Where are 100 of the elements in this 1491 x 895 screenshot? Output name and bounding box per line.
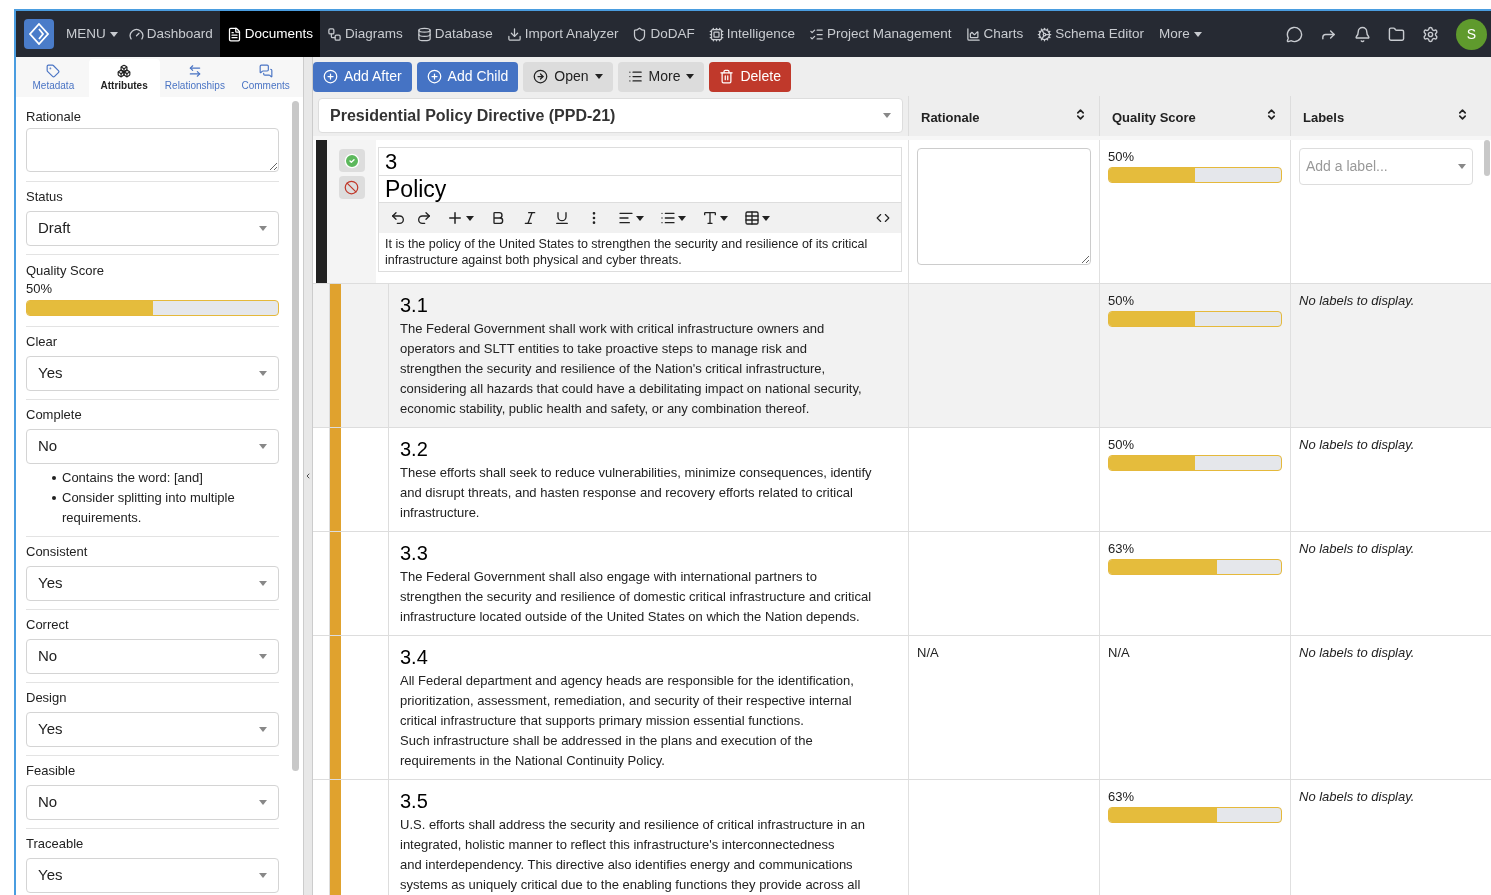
dropdown[interactable]: Yes bbox=[26, 356, 279, 391]
toolbar-button[interactable]: Delete bbox=[709, 61, 791, 92]
dropdown[interactable]: No bbox=[26, 639, 279, 674]
sort-icon[interactable] bbox=[1074, 108, 1087, 121]
toolbar-button[interactable]: Add After bbox=[313, 61, 412, 92]
plus-circle-icon bbox=[323, 69, 338, 84]
dropdown[interactable]: Draft bbox=[26, 211, 279, 246]
toolbar-button[interactable]: Open bbox=[523, 61, 613, 92]
nav-tab[interactable]: DoDAF bbox=[625, 11, 702, 57]
nav-tab[interactable]: Database bbox=[409, 11, 500, 57]
item-number: 3.5 bbox=[400, 789, 429, 813]
requirement-row[interactable] bbox=[313, 636, 1491, 780]
nav-tab[interactable]: Schema Editor bbox=[1030, 11, 1151, 57]
score-reading: 63% bbox=[1108, 790, 1136, 804]
nav-tab[interactable]: Charts bbox=[958, 11, 1031, 57]
score-reading: 50% bbox=[1108, 150, 1136, 164]
chat-bubbles-icon bbox=[258, 63, 273, 78]
trash-icon bbox=[719, 69, 735, 84]
validation-note: Consider splitting into multiple requirements. bbox=[62, 489, 236, 527]
document-picker[interactable]: Presidential Policy Directive (PPD-21) bbox=[318, 98, 903, 133]
notifications-icon[interactable] bbox=[1354, 25, 1371, 43]
bullet-icon bbox=[52, 476, 56, 480]
ban-icon bbox=[344, 180, 359, 195]
column-header[interactable]: Quality Score bbox=[1099, 96, 1290, 136]
field-label: Design bbox=[26, 690, 68, 706]
field-label: Consistent bbox=[26, 544, 89, 560]
requirement-text: The Federal Government shall also engage with international partners to strengthen the security and resilience of domestic critical infrastructure and critical infrastructure located outside of the United States on which the Nation depends. bbox=[400, 568, 872, 626]
undo-icon bbox=[390, 210, 406, 226]
number-field[interactable]: 3 bbox=[379, 148, 901, 176]
rationale-field[interactable] bbox=[26, 128, 279, 172]
panel-tab[interactable]: Comments bbox=[230, 59, 301, 97]
menu-button[interactable]: MENU bbox=[62, 23, 122, 45]
scrollbar[interactable] bbox=[1484, 140, 1490, 176]
dropdown[interactable]: No bbox=[26, 785, 279, 820]
labels-empty-text: No labels to display. bbox=[1299, 294, 1416, 308]
chat-icon[interactable] bbox=[1286, 25, 1303, 43]
requirement-row[interactable] bbox=[313, 284, 1491, 428]
field-label: Rationale bbox=[26, 109, 82, 125]
caret-icon bbox=[1458, 164, 1466, 169]
rationale-field[interactable] bbox=[917, 148, 1091, 265]
boxes-icon bbox=[117, 63, 132, 78]
nav-tab[interactable]: Documents bbox=[219, 11, 321, 57]
labels-empty-text: No labels to display. bbox=[1299, 646, 1416, 660]
caret-icon bbox=[883, 113, 891, 118]
item-number: 3.4 bbox=[400, 645, 429, 669]
tag-icon bbox=[46, 63, 61, 78]
text-style-icon bbox=[702, 210, 718, 226]
score-reading: 50% bbox=[1108, 294, 1136, 308]
italic-icon bbox=[522, 210, 538, 226]
requirement-text: These efforts shall seek to reduce vulnerabilities, minimize consequences, identify and disrupt threats, and hasten response and recovery efforts related to critical infrastructure. bbox=[400, 464, 872, 522]
sort-icon[interactable] bbox=[1456, 108, 1469, 121]
database-icon bbox=[416, 26, 432, 42]
requirement-text: It is the policy of the United States to strengthen the security and resilience of its critical infrastructure against both physical and cyber threats. bbox=[384, 236, 869, 268]
item-number: 3.3 bbox=[400, 541, 429, 565]
caret-icon bbox=[720, 215, 728, 221]
requirement-row[interactable] bbox=[313, 780, 1491, 895]
panel-tab[interactable]: Attributes bbox=[88, 59, 160, 97]
app-logo-icon[interactable] bbox=[24, 19, 54, 49]
field-label: Traceable bbox=[26, 836, 85, 852]
toolbar-button[interactable]: Add Child bbox=[416, 61, 519, 92]
dropdown[interactable]: Yes bbox=[26, 712, 279, 747]
folder-icon[interactable] bbox=[1388, 25, 1405, 43]
nav-tab[interactable]: Project Management bbox=[802, 11, 959, 57]
nav-tab[interactable]: Intelligence bbox=[701, 11, 802, 57]
field-label: Quality Score bbox=[26, 263, 106, 279]
diagram-icon bbox=[327, 26, 343, 42]
dropdown[interactable]: Yes bbox=[26, 566, 279, 601]
scrollbar[interactable] bbox=[292, 101, 299, 771]
column-header[interactable]: Labels bbox=[1290, 96, 1481, 136]
caret-icon bbox=[259, 581, 267, 586]
more-menu-button[interactable]: More bbox=[1152, 23, 1208, 45]
caret-icon bbox=[259, 654, 267, 659]
nav-tab[interactable]: Diagrams bbox=[320, 11, 410, 57]
panel-tab[interactable]: Metadata bbox=[18, 59, 89, 97]
requirement-row[interactable] bbox=[313, 428, 1491, 532]
check-icon bbox=[343, 152, 360, 169]
toolbar-button[interactable]: More bbox=[617, 61, 705, 92]
field-label: Correct bbox=[26, 617, 70, 633]
collapse-icon bbox=[304, 471, 312, 481]
column-header[interactable]: Rationale bbox=[908, 96, 1099, 136]
panel-tab[interactable]: Relationships bbox=[159, 59, 231, 97]
gauge-icon bbox=[128, 26, 144, 42]
labels-empty-text: No labels to display. bbox=[1299, 790, 1416, 804]
align-left-icon bbox=[618, 210, 634, 226]
nav-tab[interactable]: Dashboard bbox=[121, 11, 220, 57]
dropdown[interactable]: Yes bbox=[26, 858, 279, 893]
nav-tab[interactable]: Import Analyzer bbox=[499, 11, 626, 57]
caret-icon bbox=[762, 215, 770, 221]
list-icon bbox=[660, 210, 676, 226]
settings-icon[interactable] bbox=[1422, 25, 1439, 43]
caret-icon bbox=[259, 800, 267, 805]
reject-button[interactable] bbox=[338, 176, 365, 199]
table-icon bbox=[744, 210, 760, 226]
download-icon bbox=[506, 26, 522, 42]
checklist-icon bbox=[809, 26, 824, 42]
sort-icon[interactable] bbox=[1265, 108, 1278, 121]
field-label: Status bbox=[26, 189, 64, 205]
requirement-row[interactable] bbox=[313, 532, 1491, 636]
dropdown[interactable]: No bbox=[26, 429, 279, 464]
requirement-text: U.S. efforts shall address the security and resilience of critical infrastructure in an integrated, holistic manner to reflect this infrastructure's interconnectedness and interdependency. This directive also identifies energy and communications systems as uniquely critical due to the enabling functions they provide across all bbox=[400, 816, 867, 894]
